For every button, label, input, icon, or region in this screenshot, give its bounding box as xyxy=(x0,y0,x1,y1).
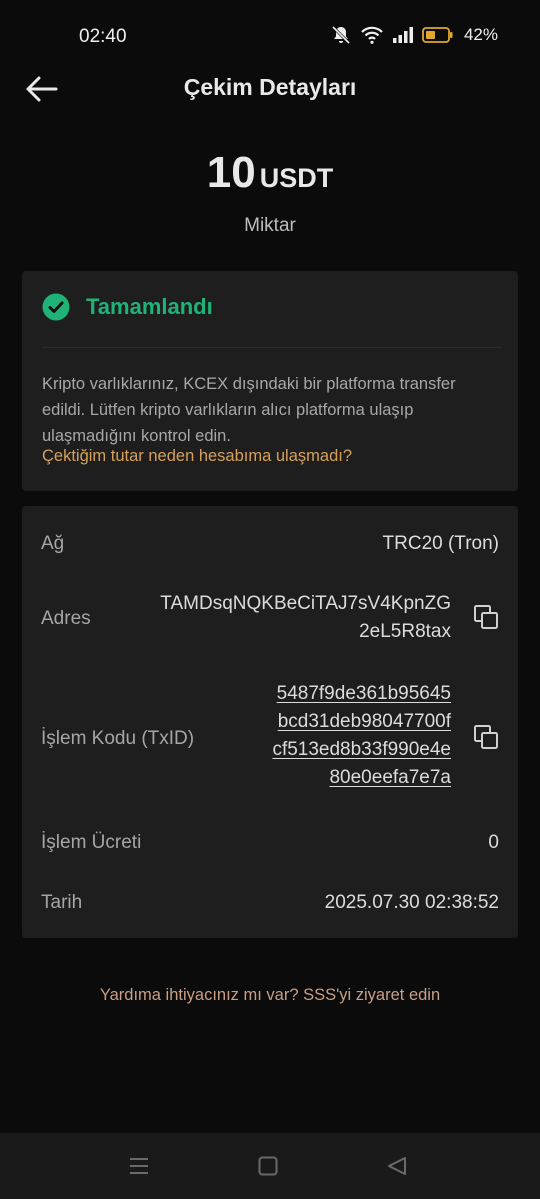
txid-line: cf513ed8b33f990e4e xyxy=(272,739,451,760)
date-label: Tarih xyxy=(41,892,83,913)
triangle-back-icon xyxy=(388,1157,406,1175)
details-card: Ağ TRC20 (Tron) Adres TAMDsqNQKBeCiTAJ7s… xyxy=(22,506,518,938)
network-value: TRC20 (Tron) xyxy=(382,533,499,554)
help-faq-link[interactable]: Yardıma ihtiyacınız mı var? SSS'yi ziyar… xyxy=(0,986,540,1005)
wifi-icon xyxy=(361,26,383,44)
signal-icon xyxy=(392,27,413,43)
system-nav-bar xyxy=(0,1133,540,1199)
amount-value: 10 xyxy=(206,148,256,197)
amount-unit: USDT xyxy=(259,163,334,193)
square-icon xyxy=(258,1156,278,1176)
battery-percent: 42% xyxy=(463,25,498,44)
txid-line: bcd31deb98047700f xyxy=(277,711,451,732)
battery-icon xyxy=(422,27,453,43)
address-value: TAMDsqNQKBeCiTAJ7sV4KpnZG 2eL5R8tax xyxy=(160,590,451,646)
status-icons: 42% xyxy=(330,24,498,46)
txid-value[interactable]: 5487f9de361b95645 bcd31deb98047700f cf51… xyxy=(272,680,451,792)
address-line: 2eL5R8tax xyxy=(359,621,451,642)
copy-txid-button[interactable] xyxy=(473,724,499,750)
status-row: Tamamlandı xyxy=(42,293,213,321)
status-message: Kripto varlıklarınız, KCEX dışındaki bir… xyxy=(42,375,456,445)
fee-value: 0 xyxy=(488,832,499,853)
copy-address-button[interactable] xyxy=(473,604,499,630)
copy-icon xyxy=(474,725,498,749)
txid-line: 5487f9de361b95645 xyxy=(276,683,451,704)
amount-label: Miktar xyxy=(244,215,296,236)
network-label: Ağ xyxy=(41,533,65,554)
divider xyxy=(42,347,502,348)
home-button[interactable] xyxy=(257,1155,279,1182)
header: Çekim Detayları xyxy=(0,60,540,116)
date-value: 2025.07.30 02:38:52 xyxy=(324,892,499,913)
faq-link[interactable]: Çektiğim tutar neden hesabıma ulaşmadı? xyxy=(42,447,352,466)
txid-label: İşlem Kodu (TxID) xyxy=(41,728,195,749)
check-circle-icon xyxy=(42,293,70,321)
address-line: TAMDsqNQKBeCiTAJ7sV4KpnZG xyxy=(160,593,451,614)
mute-bell-icon xyxy=(331,25,351,45)
back-nav-button[interactable] xyxy=(386,1155,408,1182)
status-time: 02:40 xyxy=(79,26,127,47)
menu-icon xyxy=(130,1158,148,1174)
recent-apps-button[interactable] xyxy=(128,1155,150,1182)
amount: 10 USDT xyxy=(0,148,540,198)
status-text: Tamamlandı xyxy=(86,294,213,319)
fee-label: İşlem Ücreti xyxy=(41,832,142,853)
status-card: Tamamlandı Kripto varlıklarınız, KCEX dı… xyxy=(22,271,518,491)
address-label: Adres xyxy=(41,608,91,629)
copy-icon xyxy=(474,605,498,629)
txid-line: 80e0eefa7e7a xyxy=(329,767,451,788)
page-title: Çekim Detayları xyxy=(183,74,357,100)
